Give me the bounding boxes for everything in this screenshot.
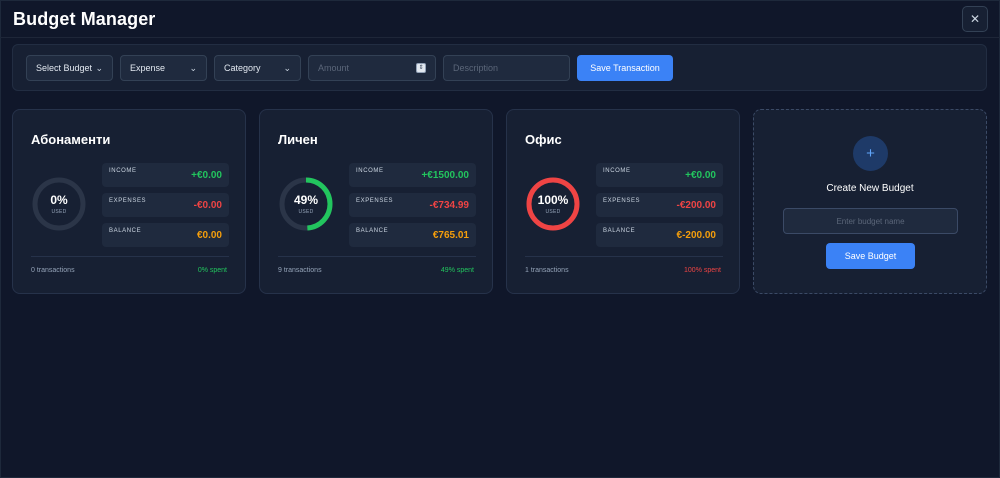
budget-name: Офис [525, 132, 562, 147]
category-select-value: Category [224, 63, 261, 73]
amount-input[interactable]: Amount ⇕ [308, 55, 436, 81]
usage-label: USED [298, 209, 314, 215]
balance-stat: BALANCE €765.01 [349, 223, 476, 247]
transaction-count: 1 transactions [525, 267, 569, 274]
budget-name: Личен [278, 132, 318, 147]
chevron-down-icon: ⌄ [283, 62, 291, 73]
income-label: INCOME [109, 168, 137, 174]
plus-icon[interactable]: + [853, 136, 888, 171]
type-select-value: Expense [130, 63, 166, 73]
spent-percent: 100% spent [684, 267, 721, 274]
balance-stat: BALANCE €0.00 [102, 223, 229, 247]
description-input[interactable]: Description [443, 55, 570, 81]
create-budget-card: + Create New Budget Enter budget name Sa… [753, 109, 987, 294]
usage-ring: 49% USED [278, 176, 334, 232]
transaction-toolbar: Select Budget ⌄ Expense ⌄ Category ⌄ Amo… [12, 44, 987, 91]
expenses-value: -€734.99 [429, 200, 469, 211]
budget-name-input[interactable]: Enter budget name [783, 208, 958, 234]
income-stat: INCOME +€0.00 [596, 163, 723, 187]
balance-value: €0.00 [196, 230, 222, 241]
transaction-count: 0 transactions [31, 267, 75, 274]
usage-percent: 100% [537, 193, 569, 207]
spent-percent: 49% spent [440, 267, 474, 274]
usage-percent: 49% [293, 193, 319, 207]
budget-card[interactable]: Личен 49% USED INCOME +€1500.00 EXPENSES… [259, 109, 493, 294]
close-button[interactable]: ✕ [962, 6, 988, 32]
budget-name: Абонаменти [31, 132, 111, 147]
card-divider [278, 256, 476, 257]
usage-label: USED [545, 209, 561, 215]
budget-name-placeholder: Enter budget name [836, 216, 905, 226]
number-spinner-icon[interactable]: ⇕ [416, 63, 426, 73]
expenses-label: EXPENSES [109, 198, 147, 204]
expenses-stat: EXPENSES -€200.00 [596, 193, 723, 217]
usage-percent: 0% [50, 193, 68, 207]
description-placeholder: Description [453, 63, 499, 73]
card-divider [31, 256, 229, 257]
spent-percent: 0% spent [197, 267, 227, 274]
type-select[interactable]: Expense ⌄ [120, 55, 207, 81]
category-select[interactable]: Category ⌄ [214, 55, 301, 81]
expenses-value: -€0.00 [193, 200, 222, 211]
close-icon: ✕ [969, 12, 981, 26]
expenses-label: EXPENSES [603, 198, 641, 204]
page-title: Budget Manager [13, 9, 156, 29]
create-budget-title: Create New Budget [826, 183, 914, 194]
income-stat: INCOME +€1500.00 [349, 163, 476, 187]
budget-select-value: Select Budget [36, 63, 93, 73]
income-label: INCOME [603, 168, 631, 174]
chevron-down-icon: ⌄ [189, 62, 197, 73]
usage-label: USED [51, 209, 67, 215]
save-transaction-button[interactable]: Save Transaction [577, 55, 673, 81]
income-value: +€1500.00 [421, 170, 469, 181]
budget-card[interactable]: Абонаменти 0% USED INCOME +€0.00 EXPENSE… [12, 109, 246, 294]
balance-value: €-200.00 [676, 230, 716, 241]
expenses-value: -€200.00 [676, 200, 716, 211]
balance-label: BALANCE [356, 228, 389, 234]
save-budget-button[interactable]: Save Budget [826, 243, 915, 269]
income-value: +€0.00 [685, 170, 716, 181]
income-label: INCOME [356, 168, 384, 174]
balance-stat: BALANCE €-200.00 [596, 223, 723, 247]
expenses-label: EXPENSES [356, 198, 394, 204]
header: Budget Manager ✕ [0, 0, 1000, 38]
amount-placeholder: Amount [318, 63, 350, 73]
income-value: +€0.00 [191, 170, 222, 181]
income-stat: INCOME +€0.00 [102, 163, 229, 187]
transaction-count: 9 transactions [278, 267, 322, 274]
card-divider [525, 256, 723, 257]
budget-select[interactable]: Select Budget ⌄ [26, 55, 113, 81]
chevron-down-icon: ⌄ [95, 62, 103, 73]
balance-value: €765.01 [432, 230, 469, 241]
usage-ring: 100% USED [525, 176, 581, 232]
budget-card[interactable]: Офис 100% USED INCOME +€0.00 EXPENSES -€… [506, 109, 740, 294]
expenses-stat: EXPENSES -€734.99 [349, 193, 476, 217]
usage-ring: 0% USED [31, 176, 87, 232]
expenses-stat: EXPENSES -€0.00 [102, 193, 229, 217]
balance-label: BALANCE [109, 228, 142, 234]
balance-label: BALANCE [603, 228, 636, 234]
